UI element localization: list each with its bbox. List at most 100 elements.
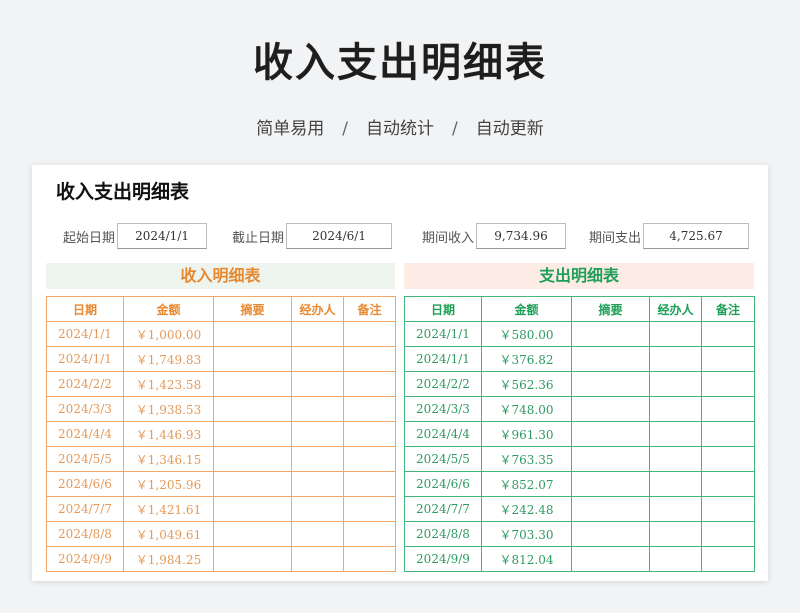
- income-cell-amount[interactable]: ￥1,423.58: [123, 371, 214, 397]
- expense-cell-date[interactable]: 2024/4/4: [404, 421, 482, 447]
- income-cell-handler[interactable]: [291, 371, 344, 397]
- expense-cell-handler[interactable]: [649, 446, 702, 472]
- expense-cell-summary[interactable]: [571, 546, 650, 572]
- expense-cell-handler[interactable]: [649, 346, 702, 372]
- income-cell-summary[interactable]: [213, 546, 292, 572]
- expense-cell-date[interactable]: 2024/8/8: [404, 521, 482, 547]
- expense-cell-date[interactable]: 2024/3/3: [404, 396, 482, 422]
- expense-cell-amount[interactable]: ￥580.00: [481, 321, 572, 347]
- expense-cell-handler[interactable]: [649, 546, 702, 572]
- expense-cell-amount[interactable]: ￥812.04: [481, 546, 572, 572]
- income-cell-date[interactable]: 2024/6/6: [46, 471, 124, 497]
- income-cell-remark[interactable]: [343, 396, 396, 422]
- income-cell-summary[interactable]: [213, 521, 292, 547]
- period-income-cell[interactable]: 9,734.96: [476, 223, 567, 249]
- start-date-cell[interactable]: 2024/1/1: [117, 223, 208, 249]
- income-cell-date[interactable]: 2024/3/3: [46, 396, 124, 422]
- income-cell-handler[interactable]: [291, 471, 344, 497]
- income-cell-date[interactable]: 2024/5/5: [46, 446, 124, 472]
- expense-cell-remark[interactable]: [701, 446, 755, 472]
- income-cell-amount[interactable]: ￥1,000.00: [123, 321, 214, 347]
- expense-cell-amount[interactable]: ￥562.36: [481, 371, 572, 397]
- expense-cell-remark[interactable]: [701, 496, 755, 522]
- expense-cell-handler[interactable]: [649, 421, 702, 447]
- income-cell-amount[interactable]: ￥1,984.25: [123, 546, 214, 572]
- income-cell-remark[interactable]: [343, 321, 396, 347]
- expense-cell-amount[interactable]: ￥852.07: [481, 471, 572, 497]
- income-cell-remark[interactable]: [343, 346, 396, 372]
- expense-cell-summary[interactable]: [571, 496, 650, 522]
- income-cell-date[interactable]: 2024/8/8: [46, 521, 124, 547]
- income-cell-remark[interactable]: [343, 371, 396, 397]
- income-cell-handler[interactable]: [291, 321, 344, 347]
- expense-cell-remark[interactable]: [701, 471, 755, 497]
- income-cell-remark[interactable]: [343, 471, 396, 497]
- expense-cell-handler[interactable]: [649, 321, 702, 347]
- income-cell-handler[interactable]: [291, 346, 344, 372]
- expense-cell-date[interactable]: 2024/6/6: [404, 471, 482, 497]
- income-cell-handler[interactable]: [291, 496, 344, 522]
- expense-cell-amount[interactable]: ￥961.30: [481, 421, 572, 447]
- income-cell-handler[interactable]: [291, 396, 344, 422]
- expense-cell-date[interactable]: 2024/7/7: [404, 496, 482, 522]
- income-cell-handler[interactable]: [291, 446, 344, 472]
- period-expense-cell[interactable]: 4,725.67: [643, 223, 750, 249]
- expense-cell-summary[interactable]: [571, 421, 650, 447]
- income-cell-handler[interactable]: [291, 521, 344, 547]
- income-cell-date[interactable]: 2024/2/2: [46, 371, 124, 397]
- expense-cell-remark[interactable]: [701, 346, 755, 372]
- expense-cell-handler[interactable]: [649, 396, 702, 422]
- income-cell-summary[interactable]: [213, 346, 292, 372]
- income-cell-amount[interactable]: ￥1,446.93: [123, 421, 214, 447]
- income-cell-amount[interactable]: ￥1,346.15: [123, 446, 214, 472]
- income-cell-summary[interactable]: [213, 421, 292, 447]
- income-cell-remark[interactable]: [343, 546, 396, 572]
- expense-cell-remark[interactable]: [701, 396, 755, 422]
- expense-cell-date[interactable]: 2024/1/1: [404, 346, 482, 372]
- end-date-cell[interactable]: 2024/6/1: [286, 223, 393, 249]
- expense-cell-summary[interactable]: [571, 446, 650, 472]
- expense-cell-summary[interactable]: [571, 471, 650, 497]
- expense-cell-handler[interactable]: [649, 471, 702, 497]
- income-cell-summary[interactable]: [213, 396, 292, 422]
- expense-cell-remark[interactable]: [701, 546, 755, 572]
- income-cell-summary[interactable]: [213, 471, 292, 497]
- expense-cell-remark[interactable]: [701, 521, 755, 547]
- income-cell-handler[interactable]: [291, 546, 344, 572]
- expense-cell-date[interactable]: 2024/9/9: [404, 546, 482, 572]
- expense-cell-handler[interactable]: [649, 521, 702, 547]
- income-cell-date[interactable]: 2024/7/7: [46, 496, 124, 522]
- income-cell-summary[interactable]: [213, 496, 292, 522]
- income-cell-summary[interactable]: [213, 321, 292, 347]
- income-cell-summary[interactable]: [213, 371, 292, 397]
- income-cell-remark[interactable]: [343, 446, 396, 472]
- expense-cell-remark[interactable]: [701, 321, 755, 347]
- income-cell-date[interactable]: 2024/1/1: [46, 321, 124, 347]
- expense-cell-summary[interactable]: [571, 521, 650, 547]
- expense-cell-date[interactable]: 2024/5/5: [404, 446, 482, 472]
- expense-cell-amount[interactable]: ￥748.00: [481, 396, 572, 422]
- income-cell-amount[interactable]: ￥1,749.83: [123, 346, 214, 372]
- income-cell-handler[interactable]: [291, 421, 344, 447]
- income-cell-amount[interactable]: ￥1,205.96: [123, 471, 214, 497]
- expense-cell-summary[interactable]: [571, 396, 650, 422]
- income-cell-remark[interactable]: [343, 521, 396, 547]
- income-cell-amount[interactable]: ￥1,049.61: [123, 521, 214, 547]
- income-cell-amount[interactable]: ￥1,938.53: [123, 396, 214, 422]
- expense-cell-amount[interactable]: ￥763.35: [481, 446, 572, 472]
- expense-cell-remark[interactable]: [701, 371, 755, 397]
- expense-cell-summary[interactable]: [571, 371, 650, 397]
- income-cell-date[interactable]: 2024/1/1: [46, 346, 124, 372]
- expense-cell-summary[interactable]: [571, 321, 650, 347]
- expense-cell-date[interactable]: 2024/1/1: [404, 321, 482, 347]
- income-cell-remark[interactable]: [343, 421, 396, 447]
- income-cell-remark[interactable]: [343, 496, 396, 522]
- income-cell-date[interactable]: 2024/9/9: [46, 546, 124, 572]
- expense-cell-summary[interactable]: [571, 346, 650, 372]
- expense-cell-remark[interactable]: [701, 421, 755, 447]
- income-cell-date[interactable]: 2024/4/4: [46, 421, 124, 447]
- income-cell-amount[interactable]: ￥1,421.61: [123, 496, 214, 522]
- expense-cell-amount[interactable]: ￥703.30: [481, 521, 572, 547]
- expense-cell-handler[interactable]: [649, 496, 702, 522]
- income-cell-summary[interactable]: [213, 446, 292, 472]
